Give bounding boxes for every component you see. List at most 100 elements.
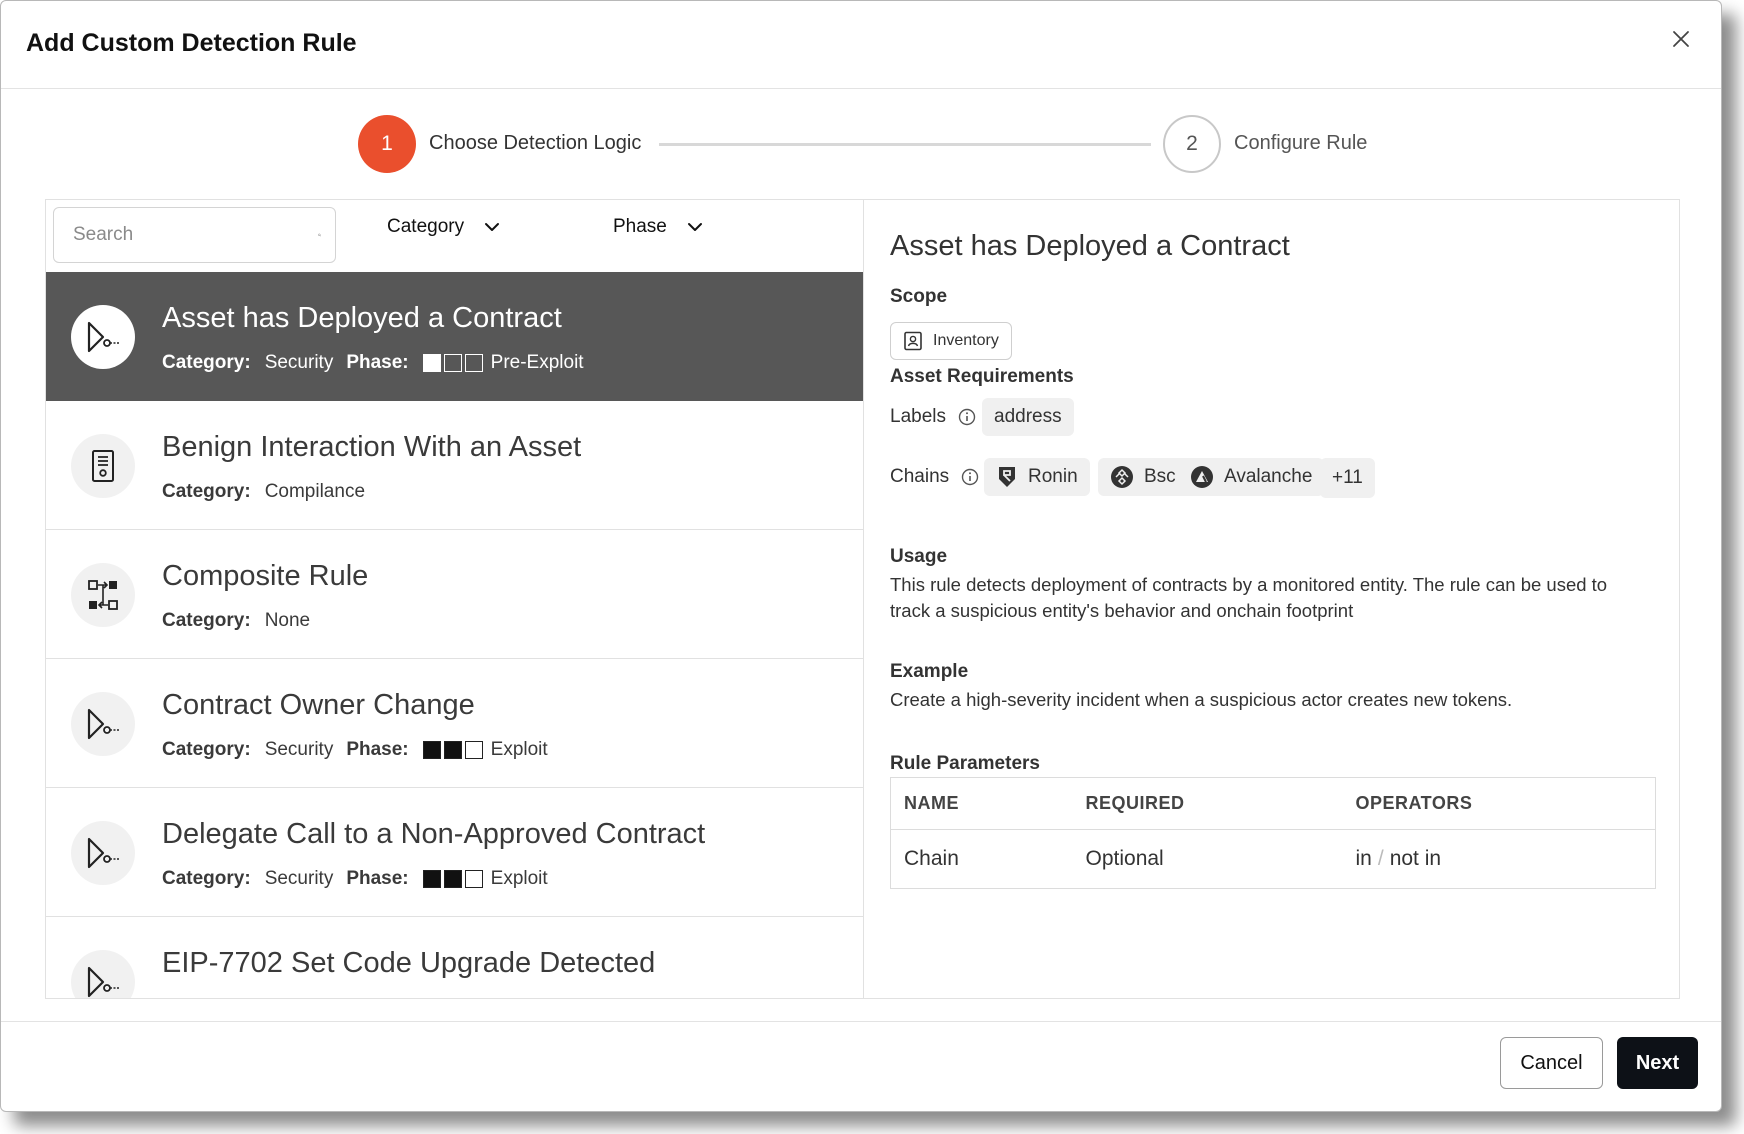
phase-key: Phase:: [346, 739, 409, 760]
deploy-icon: [71, 305, 135, 369]
category-value: Security: [264, 868, 334, 889]
phase-key: Phase:: [346, 868, 409, 889]
rule-item-composite-rule[interactable]: Composite Rule Category: None: [46, 530, 863, 659]
content-area: Category Phase Asset has Deployed a Cont…: [45, 199, 1680, 999]
category-value: Security: [264, 352, 334, 373]
phase-box: [464, 741, 483, 759]
phase-value: Pre-Exploit: [490, 352, 584, 373]
stepper: 1 Choose Detection Logic 2 Configure Rul…: [1, 89, 1721, 199]
chain-chip-avalanche: Avalanche: [1178, 458, 1325, 496]
operator-separator: /: [1377, 847, 1384, 870]
rule-title: Delegate Call to a Non-Approved Contract: [162, 818, 706, 850]
usage-text: This rule detects deployment of contract…: [890, 574, 1608, 621]
info-icon[interactable]: [961, 468, 979, 486]
phase-dropdown-label: Phase: [613, 216, 667, 237]
inventory-icon: [904, 331, 922, 351]
rule-meta: Category: Security Phase: Exploit: [162, 868, 548, 890]
info-icon[interactable]: [958, 408, 976, 426]
document-icon: [71, 434, 135, 498]
phase-box: [443, 354, 462, 372]
category-dropdown[interactable]: Category: [387, 216, 500, 238]
rule-item-eip-7702[interactable]: EIP-7702 Set Code Upgrade Detected: [46, 917, 863, 998]
operator-in: in: [1355, 847, 1372, 870]
rule-item-asset-deployed-contract[interactable]: Asset has Deployed a Contract Category: …: [46, 272, 863, 401]
cancel-button[interactable]: Cancel: [1500, 1037, 1603, 1089]
close-button[interactable]: [1667, 25, 1695, 53]
avalanche-icon: [1191, 466, 1213, 488]
phase-box: [422, 870, 441, 888]
phase-indicator: [422, 741, 483, 759]
phase-box: [443, 741, 462, 759]
chains-more-chip[interactable]: +11: [1320, 458, 1375, 498]
detail-title: Asset has Deployed a Contract: [890, 230, 1290, 262]
modal-title: Add Custom Detection Rule: [26, 29, 357, 57]
bsc-icon: [1111, 466, 1133, 488]
column-header-operators: OPERATORS: [1342, 777, 1656, 830]
param-required: Optional: [1085, 847, 1164, 870]
chain-name: Bsc: [1144, 466, 1176, 487]
rule-item-contract-owner-change[interactable]: Contract Owner Change Category: Security…: [46, 659, 863, 788]
rule-item-benign-interaction[interactable]: Benign Interaction With an Asset Categor…: [46, 401, 863, 530]
label-chip-text: address: [994, 406, 1062, 427]
rule-meta: Category: Security Phase: Pre-Exploit: [162, 352, 584, 374]
rule-meta: Category: Security Phase: Exploit: [162, 739, 548, 761]
chain-name: Avalanche: [1224, 466, 1313, 487]
phase-dropdown[interactable]: Phase: [613, 216, 703, 238]
chain-chip-bsc: Bsc: [1098, 458, 1188, 496]
example-heading: Example: [890, 661, 969, 682]
category-value: None: [264, 610, 311, 631]
chains-label: Chains: [890, 466, 950, 487]
step-connector: [659, 143, 1151, 146]
rule-meta: Category: Compilance: [162, 481, 378, 503]
phase-box: [422, 354, 441, 372]
labels-field-label: Labels: [890, 406, 976, 428]
scope-chip-label: Inventory: [933, 332, 999, 349]
category-value: Compilance: [264, 481, 366, 502]
category-key: Category:: [162, 352, 251, 373]
step-2-indicator: 2: [1163, 115, 1221, 173]
scope-chip: Inventory: [890, 322, 1012, 360]
labels-label: Labels: [890, 406, 946, 427]
asset-requirements-heading: Asset Requirements: [890, 366, 1074, 387]
category-dropdown-label: Category: [387, 216, 465, 237]
column-header-name: NAME: [890, 777, 1073, 830]
chain-chip-ronin: Ronin: [984, 458, 1090, 496]
chain-name: Ronin: [1028, 466, 1078, 487]
search-input[interactable]: [73, 224, 318, 246]
composite-icon: [71, 563, 135, 627]
search-icon[interactable]: [318, 223, 321, 247]
rule-list: Asset has Deployed a Contract Category: …: [46, 272, 863, 998]
param-operators: in / not in: [1343, 830, 1656, 889]
next-button[interactable]: Next: [1617, 1037, 1698, 1089]
category-value: Security: [264, 739, 334, 760]
rule-meta: Category: None: [162, 610, 323, 632]
ronin-icon: [999, 467, 1015, 487]
table-row: Chain Optional in / not in: [891, 830, 1656, 889]
category-key: Category:: [162, 481, 251, 502]
table-header-row: NAME REQUIRED OPERATORS: [890, 777, 1656, 830]
step-2-label: Configure Rule: [1234, 132, 1368, 154]
example-text: Create a high-severity incident when a s…: [890, 689, 1513, 710]
rule-title: Contract Owner Change: [162, 689, 475, 721]
rule-parameters-table: NAME REQUIRED OPERATORS Chain Optional i…: [890, 777, 1656, 889]
phase-value: Exploit: [490, 868, 548, 889]
rule-title: Composite Rule: [162, 560, 369, 592]
category-key: Category:: [162, 610, 251, 631]
phase-value: Exploit: [490, 739, 548, 760]
operator-not-in: not in: [1389, 847, 1442, 870]
chains-field-label: Chains: [890, 466, 979, 488]
rule-title: Benign Interaction With an Asset: [162, 431, 582, 463]
phase-box: [464, 870, 483, 888]
close-icon: [1673, 31, 1689, 47]
phase-key: Phase:: [346, 352, 409, 373]
modal-header: Add Custom Detection Rule: [1, 1, 1721, 89]
rule-item-delegate-call[interactable]: Delegate Call to a Non-Approved Contract…: [46, 788, 863, 917]
column-header-required: REQUIRED: [1072, 777, 1343, 830]
step-1-indicator: 1: [358, 115, 416, 173]
modal: Add Custom Detection Rule 1 Choose Detec…: [0, 0, 1722, 1112]
phase-box: [422, 741, 441, 759]
scope-heading: Scope: [890, 286, 948, 307]
rule-title: Asset has Deployed a Contract: [162, 302, 562, 334]
search-box[interactable]: [53, 207, 336, 263]
phase-box: [443, 870, 462, 888]
